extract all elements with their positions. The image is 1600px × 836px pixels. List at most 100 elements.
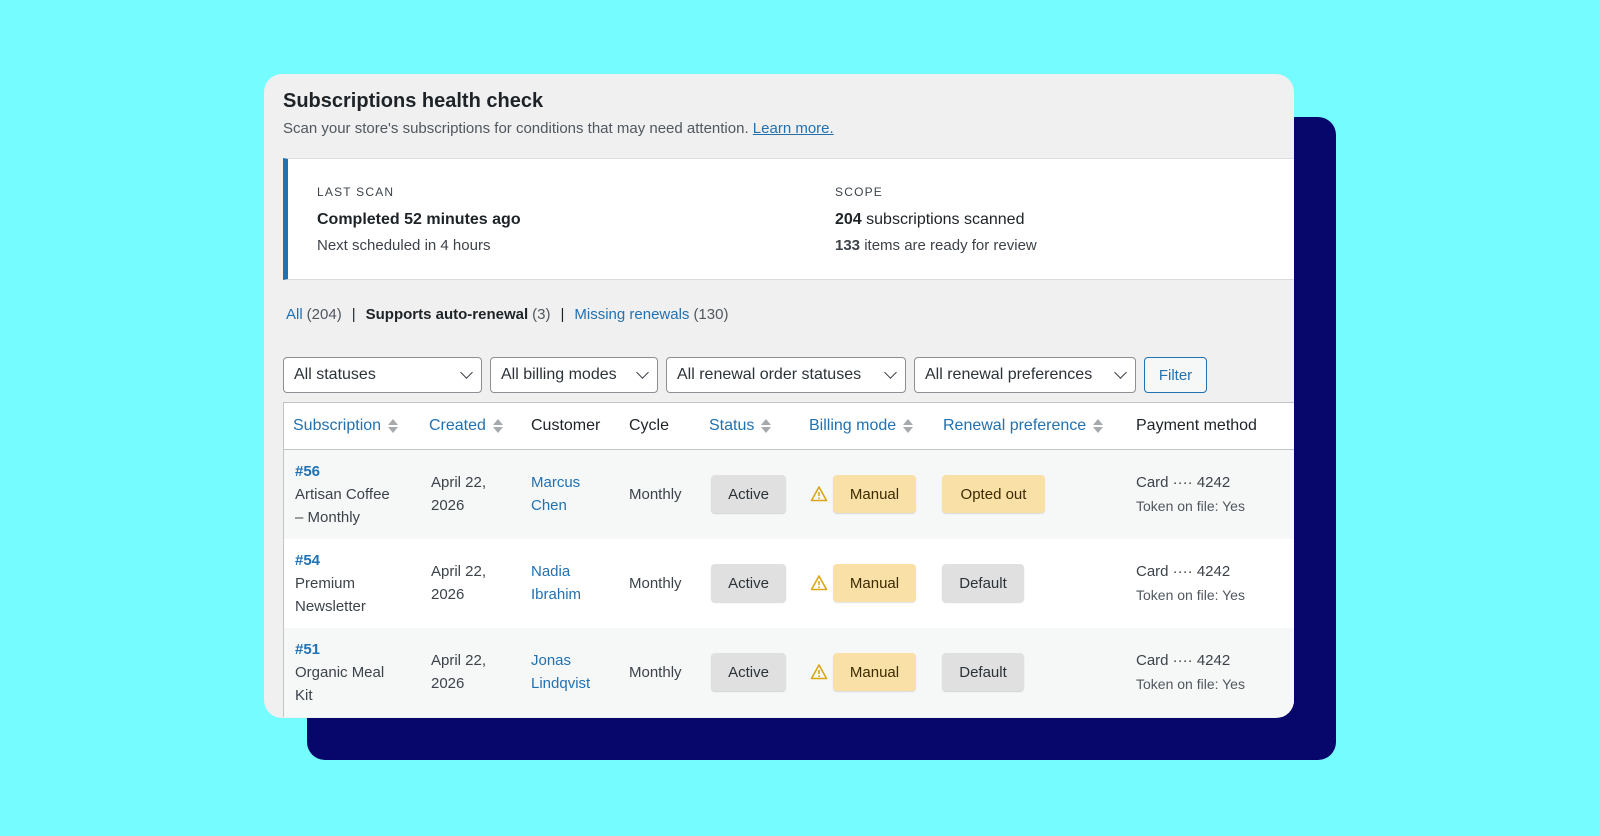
sort-icon bbox=[761, 419, 772, 433]
subscription-name-line1: Organic Meal bbox=[295, 664, 385, 681]
created-date-line1: April 22, bbox=[431, 474, 487, 491]
subscription-name-line2: – Monthly bbox=[295, 509, 361, 526]
payment-method-cell: Card ···· 4242 Token on file: Yes bbox=[1136, 649, 1245, 696]
view-separator: | bbox=[351, 306, 356, 323]
created-cell: April 22, 2026 bbox=[431, 560, 486, 606]
payment-method-cell: Card ···· 4242 Token on file: Yes bbox=[1136, 471, 1245, 518]
table-row: #54 Premium Newsletter April 22, 2026 Na… bbox=[284, 539, 1294, 628]
scanned-summary: 204 subscriptions scanned bbox=[835, 211, 1037, 229]
subscription-cell: #54 Premium Newsletter bbox=[295, 549, 366, 618]
billing-mode-filter-value: All billing modes bbox=[501, 366, 617, 383]
customer-name-line1: Jonas bbox=[531, 652, 572, 669]
column-billing-mode[interactable]: Billing mode bbox=[809, 417, 914, 435]
view-all-count: (204) bbox=[306, 306, 342, 323]
payment-token: Token on file: Yes bbox=[1136, 498, 1245, 514]
customer-name-line2: Chen bbox=[531, 497, 567, 514]
scan-summary: LAST SCAN Completed 52 minutes ago Next … bbox=[283, 158, 1294, 280]
table-header: Subscription Created Customer Cycle Stat… bbox=[284, 403, 1294, 450]
view-missing-renewals-link[interactable]: Missing renewals bbox=[574, 306, 689, 323]
column-billing-mode-label: Billing mode bbox=[809, 417, 897, 434]
customer-link[interactable]: Nadia Ibrahim bbox=[531, 560, 581, 606]
learn-more-link[interactable]: Learn more. bbox=[753, 120, 834, 137]
sort-icon bbox=[492, 419, 503, 433]
payment-token: Token on file: Yes bbox=[1136, 676, 1245, 692]
sort-icon bbox=[903, 419, 914, 433]
customer-name-line2: Ibrahim bbox=[531, 586, 582, 603]
renewal-preference-badge: Default bbox=[942, 564, 1024, 602]
filter-button[interactable]: Filter bbox=[1144, 357, 1207, 393]
billing-mode-filter-select[interactable]: All billing modes bbox=[490, 357, 658, 393]
created-date-line1: April 22, bbox=[431, 563, 487, 580]
status-filter-select[interactable]: All statuses bbox=[283, 357, 482, 393]
table-row: #56 Artisan Coffee – Monthly April 22, 2… bbox=[284, 450, 1294, 539]
view-separator: | bbox=[560, 306, 565, 323]
view-all-link[interactable]: All bbox=[286, 306, 303, 323]
table-row: #51 Organic Meal Kit April 22, 2026 Jona… bbox=[284, 628, 1294, 717]
subscription-cell: #56 Artisan Coffee – Monthly bbox=[295, 460, 390, 529]
last-scan-label: LAST SCAN bbox=[317, 185, 395, 199]
chevron-down-icon bbox=[636, 366, 649, 379]
created-date-line2: 2026 bbox=[431, 586, 465, 603]
subscription-cell: #51 Organic Meal Kit bbox=[295, 638, 384, 707]
sort-icon bbox=[1093, 419, 1104, 433]
customer-name-line1: Nadia bbox=[531, 563, 571, 580]
next-scheduled: Next scheduled in 4 hours bbox=[317, 237, 491, 254]
created-date-line2: 2026 bbox=[431, 675, 465, 692]
health-check-panel: Subscriptions health check Scan your sto… bbox=[264, 74, 1294, 718]
subscriptions-table: Subscription Created Customer Cycle Stat… bbox=[283, 402, 1294, 717]
column-created-label: Created bbox=[429, 417, 486, 434]
payment-token: Token on file: Yes bbox=[1136, 587, 1245, 603]
subscription-id-link[interactable]: #54 bbox=[295, 549, 366, 572]
subscription-id-link[interactable]: #51 bbox=[295, 638, 384, 661]
payment-method-cell: Card ···· 4242 Token on file: Yes bbox=[1136, 560, 1245, 607]
review-count: 133 bbox=[835, 237, 861, 254]
last-scan-block: LAST SCAN Completed 52 minutes ago Next … bbox=[317, 185, 521, 254]
created-cell: April 22, 2026 bbox=[431, 649, 486, 695]
column-created[interactable]: Created bbox=[429, 417, 503, 435]
filter-bar: All statuses All billing modes All renew… bbox=[283, 357, 1207, 393]
scope-label: SCOPE bbox=[835, 185, 884, 199]
description-text: Scan your store's subscriptions for cond… bbox=[283, 120, 749, 137]
chevron-down-icon bbox=[884, 366, 897, 379]
subsubsub-views: All (204) | Supports auto-renewal (3) | … bbox=[286, 306, 728, 323]
column-subscription-label: Subscription bbox=[293, 417, 382, 434]
subscription-name-line1: Premium bbox=[295, 575, 356, 592]
column-renewal-preference[interactable]: Renewal preference bbox=[943, 417, 1104, 435]
cycle-cell: Monthly bbox=[629, 575, 682, 592]
column-renewal-preference-label: Renewal preference bbox=[943, 417, 1087, 434]
warning-icon bbox=[810, 575, 828, 591]
renewal-preference-filter-select[interactable]: All renewal preferences bbox=[914, 357, 1136, 393]
subscription-name-line1: Artisan Coffee bbox=[295, 486, 390, 503]
status-badge: Active bbox=[711, 564, 786, 602]
view-missing-renewals-count: (130) bbox=[693, 306, 729, 323]
chevron-down-icon bbox=[1114, 366, 1127, 379]
view-auto-renewal-current[interactable]: Supports auto-renewal bbox=[366, 306, 529, 323]
warning-icon bbox=[810, 486, 828, 502]
review-text: items are ready for review bbox=[864, 237, 1037, 254]
column-subscription[interactable]: Subscription bbox=[293, 417, 399, 435]
billing-mode-badge: Manual bbox=[833, 564, 916, 602]
subscription-name-line2: Newsletter bbox=[295, 598, 366, 615]
payment-card: Card ···· 4242 bbox=[1136, 563, 1231, 580]
scanned-count: 204 bbox=[835, 211, 862, 228]
review-summary: 133 items are ready for review bbox=[835, 237, 1037, 254]
created-cell: April 22, 2026 bbox=[431, 471, 486, 517]
subscription-id-link[interactable]: #56 bbox=[295, 460, 390, 483]
scope-block: SCOPE 204 subscriptions scanned 133 item… bbox=[835, 185, 1037, 254]
renewal-order-status-filter-value: All renewal order statuses bbox=[677, 366, 862, 383]
page-title: Subscriptions health check bbox=[283, 90, 544, 112]
column-status-label: Status bbox=[709, 417, 755, 434]
warning-icon bbox=[810, 664, 828, 680]
renewal-order-status-filter-select[interactable]: All renewal order statuses bbox=[666, 357, 906, 393]
column-status[interactable]: Status bbox=[709, 417, 772, 435]
customer-name-line2: Lindqvist bbox=[531, 675, 591, 692]
last-scan-value: Completed 52 minutes ago bbox=[317, 211, 521, 228]
column-cycle: Cycle bbox=[629, 417, 670, 434]
customer-link[interactable]: Jonas Lindqvist bbox=[531, 649, 590, 695]
scanned-text: subscriptions scanned bbox=[866, 211, 1025, 228]
customer-link[interactable]: Marcus Chen bbox=[531, 471, 580, 517]
created-date-line2: 2026 bbox=[431, 497, 465, 514]
status-badge: Active bbox=[711, 653, 786, 691]
column-payment-method: Payment method bbox=[1136, 417, 1257, 434]
renewal-preference-filter-value: All renewal preferences bbox=[925, 366, 1093, 383]
